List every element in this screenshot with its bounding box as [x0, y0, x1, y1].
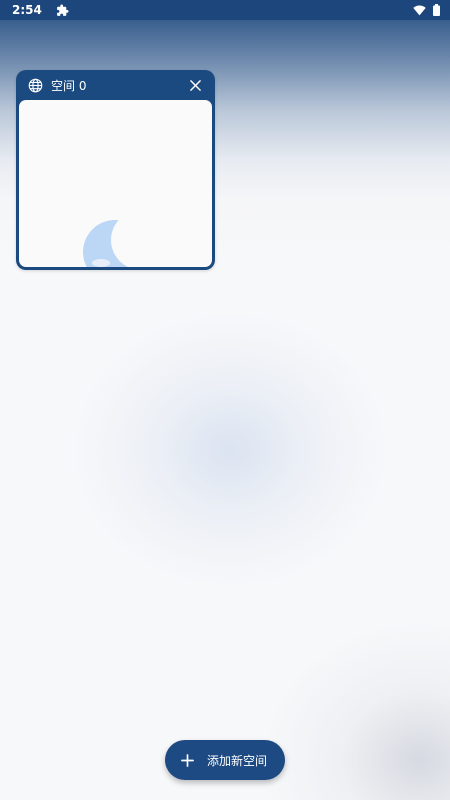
wifi-icon: [413, 4, 426, 16]
space-card-title: 空间 0: [51, 78, 87, 93]
globe-icon: [28, 78, 43, 93]
plus-icon: [181, 753, 194, 767]
battery-icon: [433, 4, 440, 16]
space-card[interactable]: 空间 0: [16, 70, 215, 270]
puzzle-icon: [56, 4, 69, 17]
space-card-preview[interactable]: [19, 100, 212, 267]
space-card-header: 空间 0: [19, 70, 212, 100]
add-space-button[interactable]: 添加新空间: [165, 740, 285, 780]
moon-icon: [83, 220, 147, 267]
close-icon[interactable]: [186, 76, 204, 94]
status-time: 2:54: [12, 3, 42, 17]
status-bar: 2:54: [0, 0, 450, 20]
add-space-label: 添加新空间: [206, 753, 267, 768]
